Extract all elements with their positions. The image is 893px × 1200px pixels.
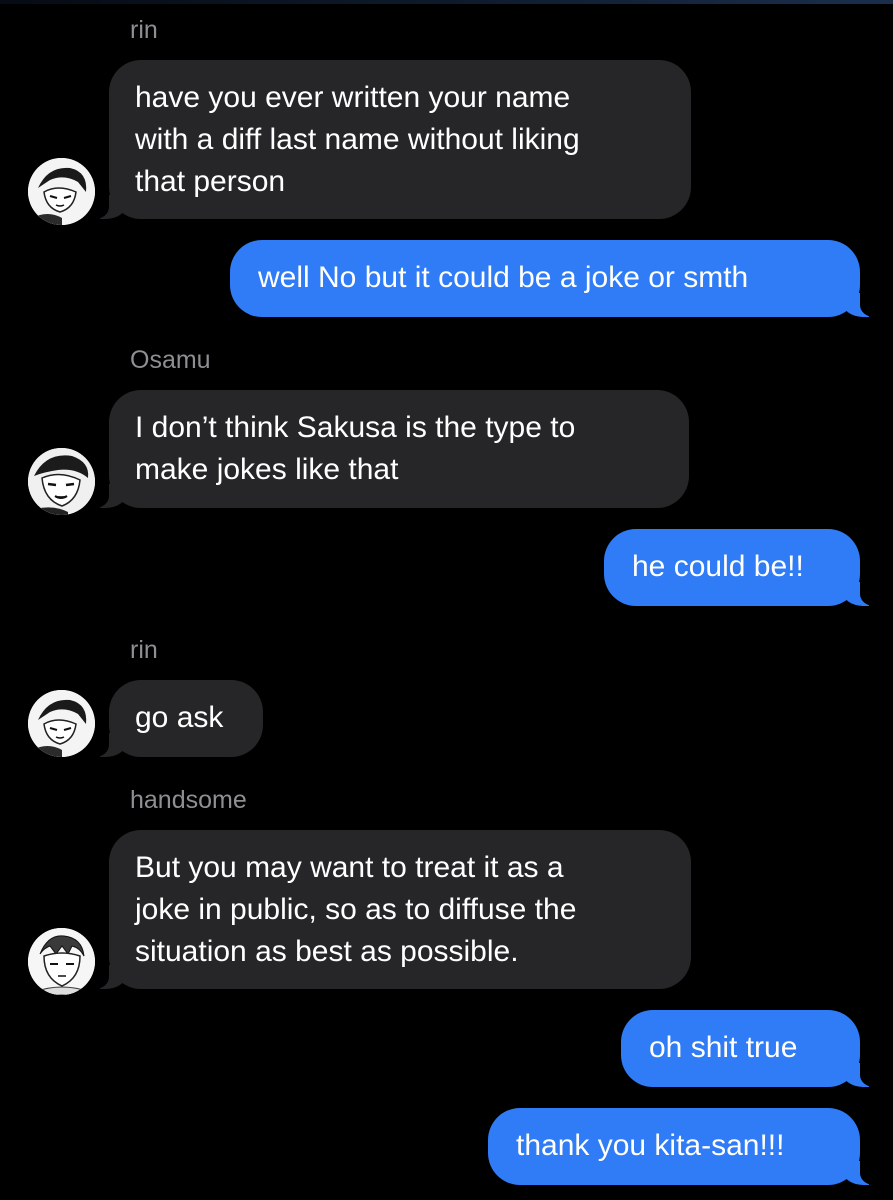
message-line: that person (135, 165, 286, 198)
bubble-tail (843, 293, 881, 317)
handsome-avatar[interactable] (28, 928, 95, 995)
sender-name: handsome (130, 786, 247, 814)
handsome-avatar-icon (28, 928, 95, 995)
rin-avatar[interactable] (28, 690, 95, 757)
incoming-message-bubble[interactable]: have you ever written your name with a d… (88, 60, 691, 219)
incoming-message-bubble[interactable]: go ask (88, 680, 263, 757)
incoming-message-bubble[interactable]: But you may want to treat it as a joke i… (88, 830, 691, 989)
outgoing-message-bubble[interactable]: thank you kita-san!!! (488, 1108, 881, 1185)
sender-name: rin (130, 636, 158, 664)
bubble-tail (843, 1161, 881, 1185)
message-line: But you may want to treat it as a (135, 851, 564, 884)
incoming-message-bubble[interactable]: I don’t think Sakusa is the type to make… (88, 390, 689, 508)
bubble-tail (88, 195, 126, 219)
outgoing-message-bubble[interactable]: well No but it could be a joke or smth (230, 240, 881, 317)
osamu-avatar[interactable] (28, 448, 95, 515)
message-text: well No but it could be a joke or smth (258, 261, 749, 294)
message-line: joke in public, so as to diffuse the (135, 893, 577, 926)
bubble-tail (88, 965, 126, 989)
sender-name: Osamu (130, 346, 211, 374)
message-line: I don’t think Sakusa is the type to (135, 411, 576, 444)
message-line: with a diff last name without liking (135, 123, 580, 156)
rin-avatar[interactable] (28, 158, 95, 225)
rin-avatar-icon (28, 690, 95, 757)
message-text: thank you kita-san!!! (516, 1129, 785, 1162)
message-line: make jokes like that (135, 453, 399, 486)
bubble-tail (88, 484, 126, 508)
bubble-tail (843, 582, 881, 606)
message-text: oh shit true (649, 1031, 798, 1064)
osamu-avatar-icon (28, 448, 95, 515)
bubble-tail (843, 1063, 881, 1087)
bubble-tail (88, 733, 126, 757)
message-line: go ask (135, 701, 224, 734)
outgoing-message-bubble[interactable]: oh shit true (621, 1010, 881, 1087)
message-line: have you ever written your name (135, 81, 571, 114)
sender-name: rin (130, 16, 158, 44)
message-text: he could be!! (632, 550, 804, 583)
status-bar-edge (0, 0, 893, 4)
rin-avatar-icon (28, 158, 95, 225)
outgoing-message-bubble[interactable]: he could be!! (604, 529, 881, 606)
message-line: situation as best as possible. (135, 935, 519, 968)
